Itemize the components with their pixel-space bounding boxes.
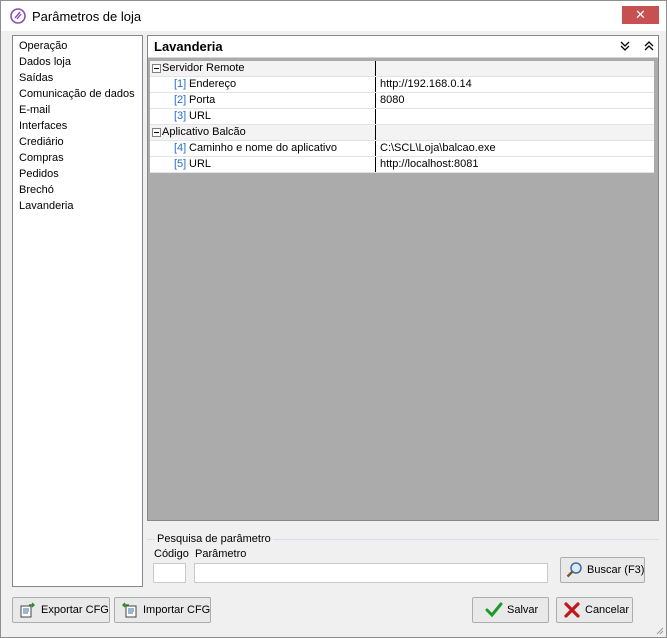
cancel-button[interactable]: Cancelar (556, 597, 633, 623)
group-value-cell (378, 125, 654, 140)
cancel-label: Cancelar (585, 604, 630, 616)
expand-all-button[interactable] (642, 39, 658, 53)
sidebar-item[interactable]: Pedidos (13, 166, 142, 182)
collapse-toggle-icon[interactable] (152, 128, 161, 137)
param-value-cell[interactable] (378, 109, 654, 124)
parameters-panel: Lavanderia Servidor Remote [1] Endereço htt… (147, 35, 659, 521)
group-name-cell: Servidor Remote (150, 61, 376, 76)
param-search-input[interactable] (194, 563, 548, 583)
import-icon (122, 602, 137, 618)
param-value-cell[interactable]: http://192.168.0.14 (378, 77, 654, 92)
category-list[interactable]: Operação Dados loja Saídas Comunicação de d… (12, 35, 143, 587)
title-bar[interactable]: Parâmetros de loja ✕ (1, 1, 666, 31)
sidebar-item[interactable]: Brechó (13, 182, 142, 198)
param-number: [3] (174, 110, 187, 122)
sidebar-item[interactable]: Operação (13, 38, 142, 54)
param-value-cell[interactable]: http://localhost:8081 (378, 157, 654, 172)
param-label: URL (189, 110, 212, 122)
grid-param-row[interactable]: [2] Porta 8080 (150, 93, 654, 109)
export-icon (20, 602, 35, 618)
group-label: Aplicativo Balcão (162, 126, 246, 138)
group-name-cell: Aplicativo Balcão (150, 125, 376, 140)
param-name-cell: [5] URL (150, 157, 376, 172)
double-chevron-down-icon (620, 41, 630, 51)
close-icon: ✕ (635, 7, 646, 22)
sidebar-item[interactable]: E-mail (13, 102, 142, 118)
grid-param-row[interactable]: [1] Endereço http://192.168.0.14 (150, 77, 654, 93)
grid-param-row[interactable]: [3] URL (150, 109, 654, 125)
save-label: Salvar (507, 604, 539, 616)
param-number: [5] (174, 158, 187, 170)
cross-icon (564, 602, 580, 618)
param-label: Parâmetro (195, 548, 247, 560)
section-title: Lavanderia (154, 39, 223, 54)
param-name-cell: [3] URL (150, 109, 376, 124)
grid-param-row[interactable]: [5] URL http://localhost:8081 (150, 157, 654, 173)
search-legend: Pesquisa de parâmetro (155, 533, 273, 545)
code-label: Código (154, 548, 189, 560)
category-list-items: Operação Dados loja Saídas Comunicação de d… (13, 36, 142, 214)
parametros-window: Parâmetros de loja ✕ Operação Dados loja S… (0, 0, 667, 638)
double-chevron-up-icon (644, 41, 654, 51)
param-label: Endereço (189, 78, 237, 90)
grid-param-row[interactable]: [4] Caminho e nome do aplicativo C:\SCL\Lo… (150, 141, 654, 157)
sidebar-item[interactable]: Comunicação de dados (13, 86, 142, 102)
section-header: Lavanderia (148, 36, 658, 58)
param-name-cell: [2] Porta (150, 93, 376, 108)
resize-grip-icon[interactable] (654, 625, 664, 635)
sidebar-item[interactable]: Compras (13, 150, 142, 166)
group-value-cell (378, 61, 654, 76)
checkmark-icon (485, 602, 503, 618)
sidebar-item[interactable]: Dados loja (13, 54, 142, 70)
param-number: [1] (174, 78, 187, 90)
app-logo-icon (10, 8, 26, 24)
window-title: Parâmetros de loja (32, 9, 142, 24)
search-button[interactable]: Buscar (F3) (560, 557, 645, 583)
import-cfg-button[interactable]: Importar CFG (114, 597, 211, 623)
parameter-search-group: Pesquisa de parâmetro Código Parâmetro B… (147, 533, 659, 591)
export-cfg-label: Exportar CFG (41, 604, 109, 616)
param-name-cell: [1] Endereço (150, 77, 376, 92)
param-label: URL (189, 158, 212, 170)
search-button-label: Buscar (F3) (587, 564, 645, 576)
grid-group-row[interactable]: Aplicativo Balcão (150, 125, 654, 141)
param-name-cell: [4] Caminho e nome do aplicativo (150, 141, 376, 156)
sidebar-item[interactable]: Crediário (13, 134, 142, 150)
parameter-grid[interactable]: Servidor Remote [1] Endereço http://192.168… (150, 61, 654, 173)
collapse-all-button[interactable] (618, 39, 634, 53)
export-cfg-button[interactable]: Exportar CFG (12, 597, 110, 623)
import-cfg-label: Importar CFG (143, 604, 211, 616)
param-value-cell[interactable]: 8080 (378, 93, 654, 108)
grid-group-row[interactable]: Servidor Remote (150, 61, 654, 77)
group-label: Servidor Remote (162, 62, 245, 74)
sidebar-item[interactable]: Lavanderia (13, 198, 142, 214)
sidebar-item[interactable]: Saídas (13, 70, 142, 86)
param-value-cell[interactable]: C:\SCL\Loja\balcao.exe (378, 141, 654, 156)
collapse-toggle-icon[interactable] (152, 64, 161, 73)
param-number: [2] (174, 94, 187, 106)
save-button[interactable]: Salvar (472, 597, 549, 623)
param-number: [4] (174, 142, 187, 154)
close-button[interactable]: ✕ (622, 6, 659, 24)
param-label: Porta (189, 94, 216, 106)
param-label: Caminho e nome do aplicativo (189, 142, 337, 154)
magnifier-icon (566, 562, 582, 578)
sidebar-item[interactable]: Interfaces (13, 118, 142, 134)
code-input[interactable] (153, 563, 186, 583)
